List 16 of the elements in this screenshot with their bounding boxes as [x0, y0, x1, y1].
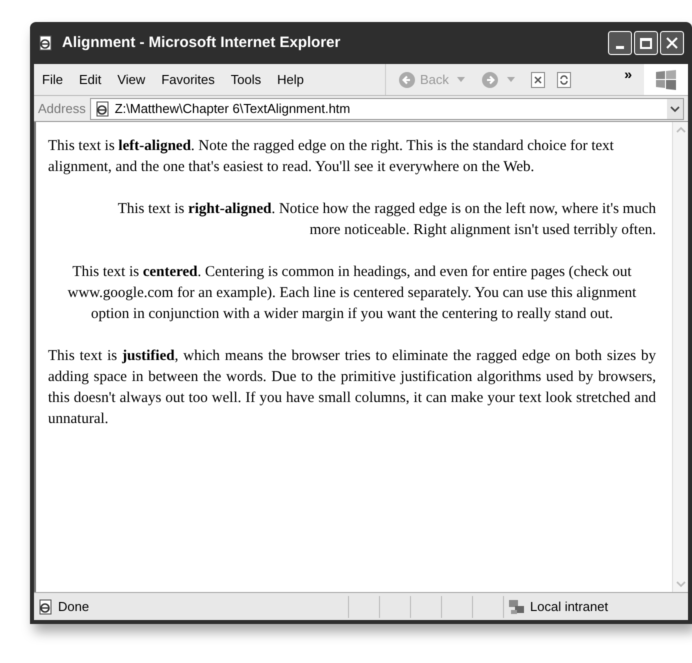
menu-item[interactable]: Favorites — [161, 70, 215, 90]
menu-item[interactable]: Help — [277, 70, 304, 90]
address-label: Address — [38, 100, 86, 118]
more-chevron[interactable]: » — [624, 64, 632, 85]
menu-item[interactable]: Tools — [230, 70, 262, 90]
paragraph: This text is left-aligned. Note the ragged edge on the right. This is the standard choice for text alignment, and the one that's easiest to read. You'll see it everywhere on the Web. — [48, 137, 615, 177]
window-title: Alignment - Microsoft Internet Explorer — [62, 32, 340, 53]
paragraph: This text is right-aligned. Notice how the ragged edge is on the left now, where it's much more noticeable. Right alignment isn't used terribly often. — [116, 200, 656, 240]
menu-item[interactable]: Edit — [78, 70, 102, 90]
address-field[interactable]: Z:\Matthew\Chapter 6\TextAlignment.htm — [90, 98, 684, 120]
zone-text: Local intranet — [530, 598, 608, 616]
menu-item[interactable]: View — [117, 70, 146, 90]
paragraph: This text is centered. Centering is common in headings, and even for entire pages (check out www.google.com for an example). Each line is centered separately. You can use this alignment option in conjunction with a wider margin if you want the centering to really stand out. — [66, 263, 638, 324]
paragraph: This text is justified, which means the browser tries to eliminate the ragged edge on both sizes by adding space in between the words. Due to the primitive justification algorithms used by browsers, this doesn't always out too well. If you have small columns, it can make your text look stretched and unnatural. — [48, 347, 656, 429]
menu-item[interactable]: File — [42, 70, 63, 90]
status-text: Done — [58, 598, 90, 616]
